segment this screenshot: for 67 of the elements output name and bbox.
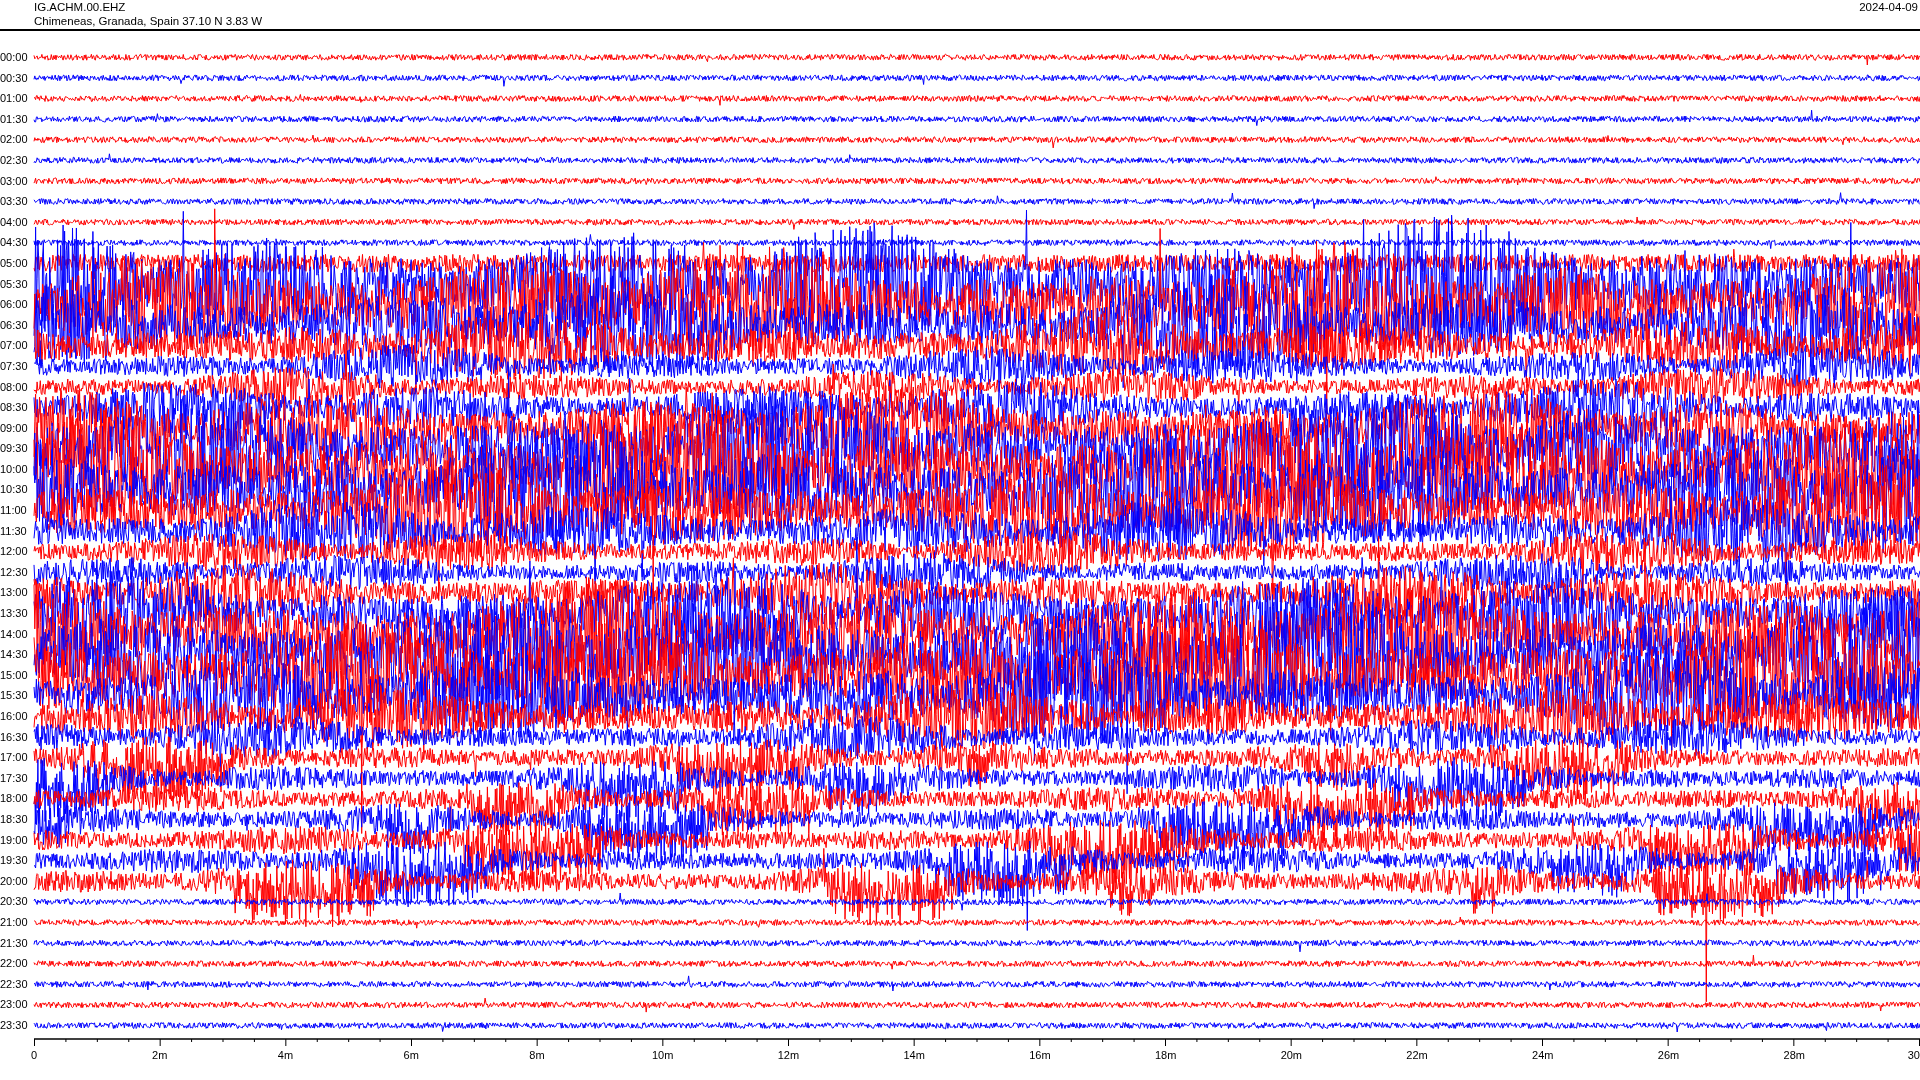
time-label: 11:00 [0, 503, 28, 519]
time-label: 13:00 [0, 585, 29, 601]
time-label: 14:30 [0, 647, 29, 663]
axis-tick-label: 6m [403, 1049, 419, 1061]
axis-tick-label: 14m [903, 1049, 925, 1061]
axis-tick-label: 4m [277, 1049, 294, 1061]
time-label: 03:30 [0, 194, 29, 210]
date-text: 2024-04-09 [1859, 0, 1919, 15]
time-label: 22:00 [0, 956, 29, 972]
time-label: 06:00 [0, 297, 29, 313]
time-label: 01:30 [0, 111, 29, 127]
time-label: 02:30 [0, 152, 29, 168]
time-label: 04:00 [0, 214, 29, 230]
time-label: 16:00 [0, 709, 29, 724]
axis-tick-label: 26m [1657, 1049, 1680, 1061]
time-label: 18:00 [0, 791, 29, 807]
location-text: Chimeneas, Granada, Spain 37.10 N 3.83 W [34, 14, 263, 28]
time-label: 20:00 [0, 873, 29, 889]
time-label: 21:30 [0, 935, 29, 951]
time-label: 15:00 [0, 667, 29, 683]
time-label: 19:30 [0, 853, 29, 869]
time-label: 22:30 [0, 976, 29, 992]
station-code: IG.ACHM.00.EHZ [34, 0, 127, 14]
time-label: 23:30 [0, 1017, 29, 1033]
time-label: 09:30 [0, 441, 29, 457]
time-label: 08:00 [0, 379, 29, 395]
time-label: 18:30 [0, 811, 29, 827]
time-label: 12:00 [0, 544, 29, 560]
axis-tick-label: 2m [152, 1049, 168, 1061]
time-label: 15:30 [0, 688, 29, 704]
time-label: 07:00 [0, 338, 29, 354]
time-label: 03:00 [0, 173, 29, 189]
axis-tick-label: 20m [1280, 1049, 1303, 1061]
axis-tick-label: 16m [1029, 1049, 1051, 1061]
time-label: 00:30 [0, 70, 29, 86]
axis-tick-label: 18m [1154, 1049, 1177, 1061]
time-label: 12:30 [0, 564, 29, 580]
time-label: 02:00 [0, 132, 29, 148]
time-label: 17:00 [0, 750, 29, 766]
time-label: 00:00 [0, 50, 29, 65]
time-label: 10:00 [0, 461, 29, 477]
axis-tick-label: 24m [1532, 1049, 1554, 1061]
axis-tick-label: 22m [1406, 1049, 1428, 1061]
time-label: 16:30 [0, 729, 29, 745]
axis-tick-label: 12m [777, 1049, 800, 1061]
axis-tick-label: 8m [529, 1049, 545, 1061]
time-label: 08:30 [0, 400, 29, 416]
time-label: 09:00 [0, 420, 29, 436]
time-label: 17:30 [0, 770, 29, 786]
axis-tick-label: 10m [651, 1049, 674, 1061]
time-label: 04:30 [0, 235, 29, 251]
time-label: 13:30 [0, 606, 29, 622]
time-label: 05:00 [0, 255, 29, 271]
time-label: 19:00 [0, 832, 29, 848]
axis-tick-label: 0 [31, 1049, 38, 1061]
time-label: 10:30 [0, 482, 29, 498]
time-label: 06:30 [0, 317, 29, 333]
axis-tick-label: 28m [1783, 1049, 1805, 1061]
time-label: 21:00 [0, 914, 29, 930]
time-label: 23:00 [0, 997, 29, 1013]
time-label: 07:30 [0, 358, 29, 374]
time-label: 01:00 [0, 91, 29, 107]
time-label: 14:00 [0, 626, 29, 642]
time-label: 05:30 [0, 276, 29, 292]
time-label: 20:30 [0, 894, 29, 910]
time-label: 11:30 [0, 523, 28, 539]
axis-tick-label: 30 [1907, 1049, 1920, 1061]
